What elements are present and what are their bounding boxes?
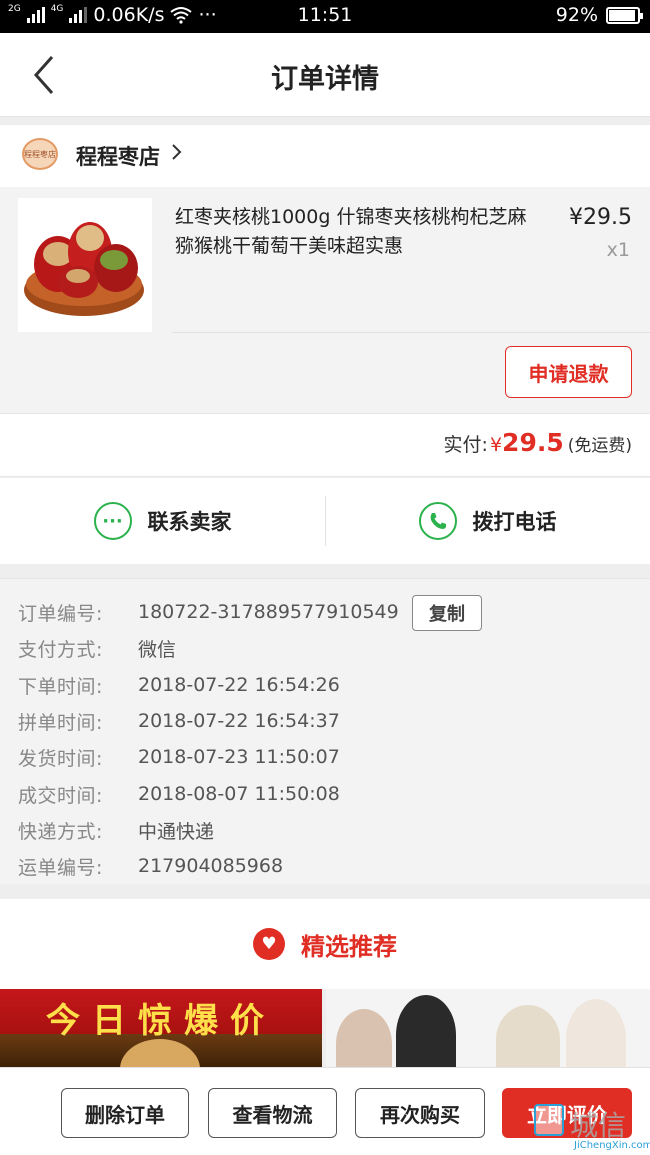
recommend-title: 精选推荐: [301, 932, 397, 961]
buy-again-button[interactable]: 再次购买: [355, 1088, 485, 1138]
info-label: 拼单时间:: [18, 711, 103, 734]
recommend-header: ♥ 精选推荐: [0, 899, 650, 989]
info-label: 快递方式:: [18, 820, 103, 843]
ship-time-row: 发货时间: 2018-07-23 11:50:07: [18, 742, 340, 772]
banner-text: 今日惊爆价: [46, 1001, 276, 1041]
shop-logo-text: 程程枣店: [24, 149, 56, 159]
contact-actions: ··· 联系卖家 拨打电话: [0, 478, 650, 564]
recommend-item-deal[interactable]: 今日惊爆价: [0, 989, 322, 1067]
battery-percent: 92%: [555, 4, 598, 26]
order-time: 2018-07-22 16:54:26: [138, 674, 340, 696]
phone-icon: [418, 502, 457, 540]
shop-logo: 程程枣店: [22, 138, 58, 170]
shipping-note: (免运费): [567, 436, 632, 456]
order-info: 订单编号: 180722-317889577910549 复制 支付方式: 微信…: [0, 578, 650, 884]
model-image: [336, 1009, 392, 1067]
order-number: 180722-317889577910549: [138, 601, 399, 623]
shop-name: 程程枣店: [76, 145, 160, 169]
order-time-row: 下单时间: 2018-07-22 16:54:26: [18, 670, 340, 700]
ship-time: 2018-07-23 11:50:07: [138, 746, 340, 768]
status-bar: 2G 4G 0.06K/s ··· 11:51 92%: [0, 0, 650, 33]
heart-icon: ♥: [253, 928, 285, 960]
product-image: [18, 198, 152, 332]
info-label: 成交时间:: [18, 784, 103, 807]
model-image: [566, 999, 626, 1067]
group-time-row: 拼单时间: 2018-07-22 16:54:37: [18, 706, 340, 736]
info-label: 订单编号:: [18, 602, 103, 625]
divider: [172, 332, 650, 333]
call-phone-button[interactable]: 拨打电话: [325, 478, 650, 564]
product-quantity: x1: [606, 239, 630, 261]
contact-seller-label: 联系卖家: [147, 510, 232, 534]
payment-method: 微信: [138, 638, 177, 661]
nav-bar: 订单详情: [0, 33, 650, 117]
info-label: 下单时间:: [18, 675, 103, 698]
paid-amount: 29.5: [502, 428, 564, 457]
jujube-walnut-image: [24, 222, 144, 316]
product-title: 红枣夹核桃1000g 什锦枣夹核桃枸杞芝麻猕猴桃干葡萄干美味超实惠: [175, 206, 527, 257]
delete-order-button[interactable]: 删除订单: [61, 1088, 189, 1138]
model-image: [496, 1005, 560, 1067]
food-image: [120, 1039, 200, 1067]
bottom-action-bar: 删除订单 查看物流 再次购买 立即评价: [0, 1067, 650, 1155]
order-number-row: 订单编号: 180722-317889577910549: [18, 597, 399, 627]
write-review-button[interactable]: 立即评价: [502, 1088, 632, 1138]
info-label: 发货时间:: [18, 747, 103, 770]
shop-link[interactable]: 程程枣店 程程枣店: [0, 125, 650, 187]
courier: 中通快递: [138, 820, 215, 843]
chevron-right-icon: [172, 144, 182, 160]
paid-label: 实付:: [443, 434, 488, 456]
product-card[interactable]: 红枣夹核桃1000g 什锦枣夹核桃枸杞芝麻猕猴桃干葡萄干美味超实惠 ¥29.5 …: [0, 187, 650, 413]
recommend-item-pajamas[interactable]: [326, 989, 650, 1067]
page-title: 订单详情: [271, 64, 379, 95]
courier-row: 快递方式: 中通快递: [18, 815, 214, 845]
info-label: 支付方式:: [18, 638, 103, 661]
view-logistics-button[interactable]: 查看物流: [208, 1088, 337, 1138]
clock: 11:51: [297, 4, 353, 26]
payment-summary: 实付: ¥ 29.5 (免运费): [0, 413, 650, 477]
battery-icon: [606, 6, 643, 24]
copy-order-number-button[interactable]: 复制: [412, 595, 482, 631]
product-price: ¥29.5: [569, 205, 632, 230]
group-time: 2018-07-22 16:54:37: [138, 710, 340, 732]
chat-icon: ···: [93, 502, 132, 540]
model-image: [396, 995, 456, 1067]
tracking-number: 217904085968: [138, 855, 284, 877]
deal-time-row: 成交时间: 2018-08-07 11:50:08: [18, 779, 340, 809]
contact-seller-button[interactable]: ··· 联系卖家: [0, 478, 325, 564]
payment-method-row: 支付方式: 微信: [18, 633, 176, 663]
tracking-number-row: 运单编号: 217904085968: [18, 851, 283, 881]
currency-symbol: ¥: [489, 434, 503, 456]
info-label: 运单编号:: [18, 856, 103, 879]
call-phone-label: 拨打电话: [472, 510, 557, 534]
deal-time: 2018-08-07 11:50:08: [138, 783, 340, 805]
refund-button[interactable]: 申请退款: [505, 346, 632, 398]
